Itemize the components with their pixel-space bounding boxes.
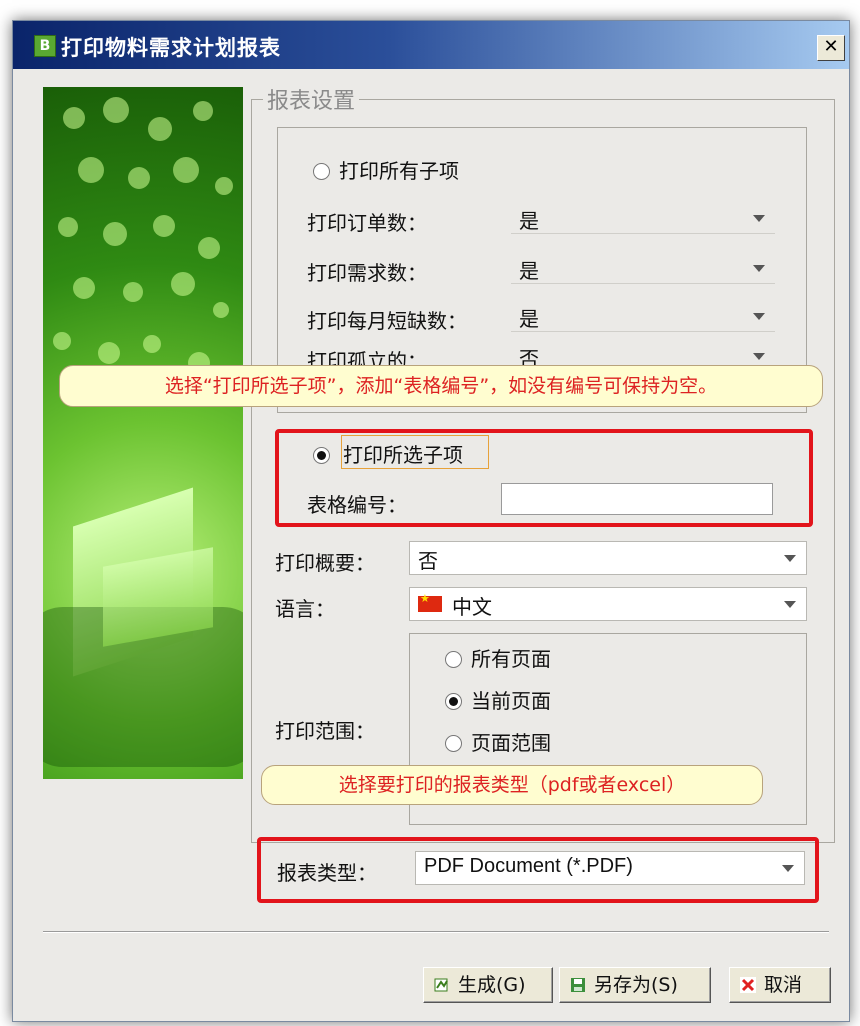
report-type-select[interactable]: PDF Document (*.PDF)	[415, 851, 805, 885]
print-order-qty-value: 是	[519, 209, 539, 233]
title-bar[interactable]: B 打印物料需求计划报表 ✕	[13, 21, 849, 69]
print-selected-subitems-label: 打印所选子项	[343, 443, 463, 467]
select-subitems-tooltip: 选择“打印所选子项”，添加“表格编号”，如没有编号可保持为空。	[59, 365, 823, 407]
generate-button[interactable]: 生成(G)	[423, 967, 553, 1003]
table-number-input[interactable]	[501, 483, 773, 515]
report-settings-title: 报表设置	[263, 83, 360, 115]
generate-icon	[434, 978, 448, 992]
print-selected-subitems-radio[interactable]	[313, 447, 330, 464]
page-range-radio[interactable]	[445, 735, 462, 752]
decorative-printer-image	[43, 87, 243, 779]
print-monthly-shortage-label: 打印每月短缺数：	[307, 309, 467, 333]
chevron-down-icon	[784, 601, 796, 608]
all-pages-label: 所有页面	[471, 647, 551, 671]
all-pages-radio[interactable]	[445, 651, 462, 668]
current-page-radio[interactable]	[445, 693, 462, 710]
save-as-button[interactable]: 另存为(S)	[559, 967, 711, 1003]
app-logo-icon: B	[34, 35, 56, 57]
save-as-button-label: 另存为(S)	[594, 974, 678, 996]
print-demand-qty-select[interactable]: 是	[511, 253, 775, 284]
print-monthly-shortage-select[interactable]: 是	[511, 301, 775, 332]
print-range-label: 打印范围：	[275, 719, 375, 743]
chevron-down-icon	[753, 353, 765, 360]
language-label: 语言：	[275, 597, 335, 621]
report-type-value: PDF Document (*.PDF)	[424, 855, 633, 877]
print-mrp-report-dialog: B 打印物料需求计划报表 ✕ 报表设置 打印所有子项 打印订单数： 是 打印需求…	[12, 20, 850, 1022]
page-range-label: 页面范围	[471, 731, 551, 755]
print-summary-select[interactable]: 否	[409, 541, 807, 575]
cancel-button[interactable]: 取消	[729, 967, 831, 1003]
floppy-disk-icon	[571, 978, 585, 992]
print-all-subitems-radio[interactable]	[313, 163, 330, 180]
language-select[interactable]: 中文	[409, 587, 807, 621]
chevron-down-icon	[753, 265, 765, 272]
chevron-down-icon	[782, 865, 794, 872]
cancel-button-label: 取消	[764, 974, 803, 996]
language-value: 中文	[452, 595, 492, 619]
current-page-label: 当前页面	[471, 689, 551, 713]
print-order-qty-label: 打印订单数：	[307, 211, 427, 235]
table-number-label: 表格编号：	[307, 493, 407, 517]
print-all-subitems-label: 打印所有子项	[339, 159, 459, 183]
report-type-tooltip: 选择要打印的报表类型（pdf或者excel）	[261, 765, 763, 805]
footer-separator	[43, 931, 829, 933]
close-button[interactable]: ✕	[817, 35, 845, 61]
generate-button-label: 生成(G)	[458, 974, 526, 996]
print-summary-label: 打印概要：	[275, 551, 375, 575]
print-summary-value: 否	[418, 549, 438, 573]
print-demand-qty-label: 打印需求数：	[307, 261, 427, 285]
china-flag-icon	[418, 592, 442, 612]
print-order-qty-select[interactable]: 是	[511, 203, 775, 234]
chevron-down-icon	[753, 215, 765, 222]
cancel-x-icon	[740, 977, 756, 993]
dialog-title: 打印物料需求计划报表	[61, 36, 281, 60]
report-type-label: 报表类型：	[277, 861, 377, 885]
print-demand-qty-value: 是	[519, 259, 539, 283]
chevron-down-icon	[753, 313, 765, 320]
chevron-down-icon	[784, 555, 796, 562]
print-monthly-shortage-value: 是	[519, 307, 539, 331]
